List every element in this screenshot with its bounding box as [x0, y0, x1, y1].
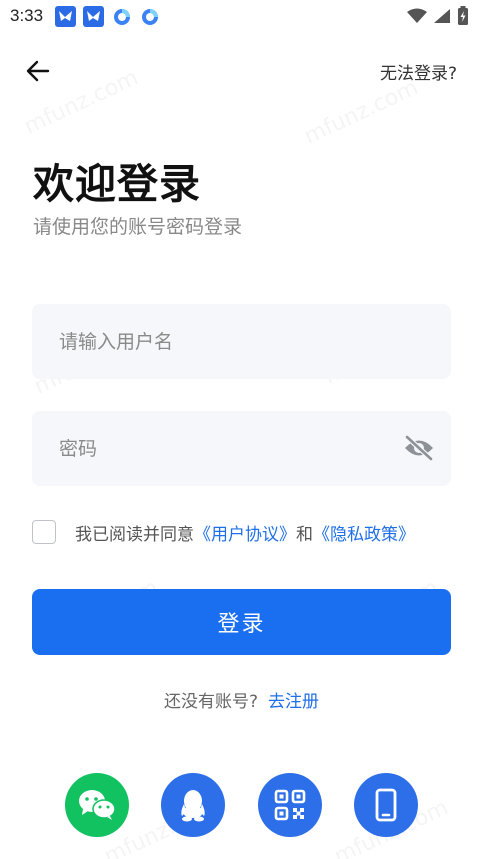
password-field-container: [32, 411, 451, 486]
watermark: mfunz.com: [300, 75, 422, 149]
agreement-prefix: 我已阅读并同意: [75, 524, 194, 545]
user-agreement-link[interactable]: 《用户协议》: [194, 525, 296, 545]
register-row: 还没有账号? 去注册: [0, 687, 483, 712]
social-login-row: [0, 773, 483, 839]
arrow-left-icon: [26, 60, 50, 82]
signal-icon: [434, 9, 450, 23]
browser-icon: [111, 6, 132, 27]
phone-login-button[interactable]: [354, 773, 418, 837]
agreement-text: 我已阅读并同意《用户协议》和《隐私政策》: [75, 520, 415, 545]
qrcode-icon: [274, 789, 306, 821]
password-input[interactable]: [59, 411, 399, 486]
wechat-icon: [79, 790, 116, 820]
status-bar: 3:33: [0, 0, 483, 34]
username-input[interactable]: [59, 304, 399, 379]
cannot-login-link[interactable]: 无法登录?: [380, 59, 457, 84]
wifi-icon: [407, 8, 427, 23]
login-page: mfunz.com mfunz.com mfunz.com mfunz.com …: [0, 0, 483, 859]
back-button[interactable]: [22, 55, 54, 87]
eye-off-icon: [405, 435, 433, 461]
username-field-container: [32, 304, 451, 379]
privacy-policy-link[interactable]: 《隐私政策》: [313, 525, 415, 545]
agreement-checkbox[interactable]: [32, 520, 56, 544]
wechat-login-button[interactable]: [65, 773, 129, 837]
login-button[interactable]: 登录: [32, 589, 451, 655]
status-app-icons: [55, 6, 160, 27]
feishu-icon: [83, 6, 104, 27]
qq-login-button[interactable]: [161, 773, 225, 837]
page-title: 欢迎登录: [33, 160, 201, 208]
qq-icon: [181, 790, 205, 822]
status-indicators: [407, 6, 469, 26]
page-subtitle: 请使用您的账号密码登录: [33, 216, 243, 238]
battery-icon: [458, 6, 468, 25]
agreement-row: 我已阅读并同意《用户协议》和《隐私政策》: [32, 517, 415, 547]
qrcode-login-button[interactable]: [258, 773, 322, 837]
register-link[interactable]: 去注册: [268, 692, 319, 712]
agreement-and: 和: [296, 524, 313, 545]
phone-icon: [375, 788, 397, 822]
password-visibility-toggle[interactable]: [402, 433, 436, 463]
status-time: 3:33: [10, 6, 44, 25]
feishu-icon: [55, 6, 76, 27]
browser-icon: [139, 6, 160, 27]
register-prompt: 还没有账号?: [163, 692, 259, 712]
